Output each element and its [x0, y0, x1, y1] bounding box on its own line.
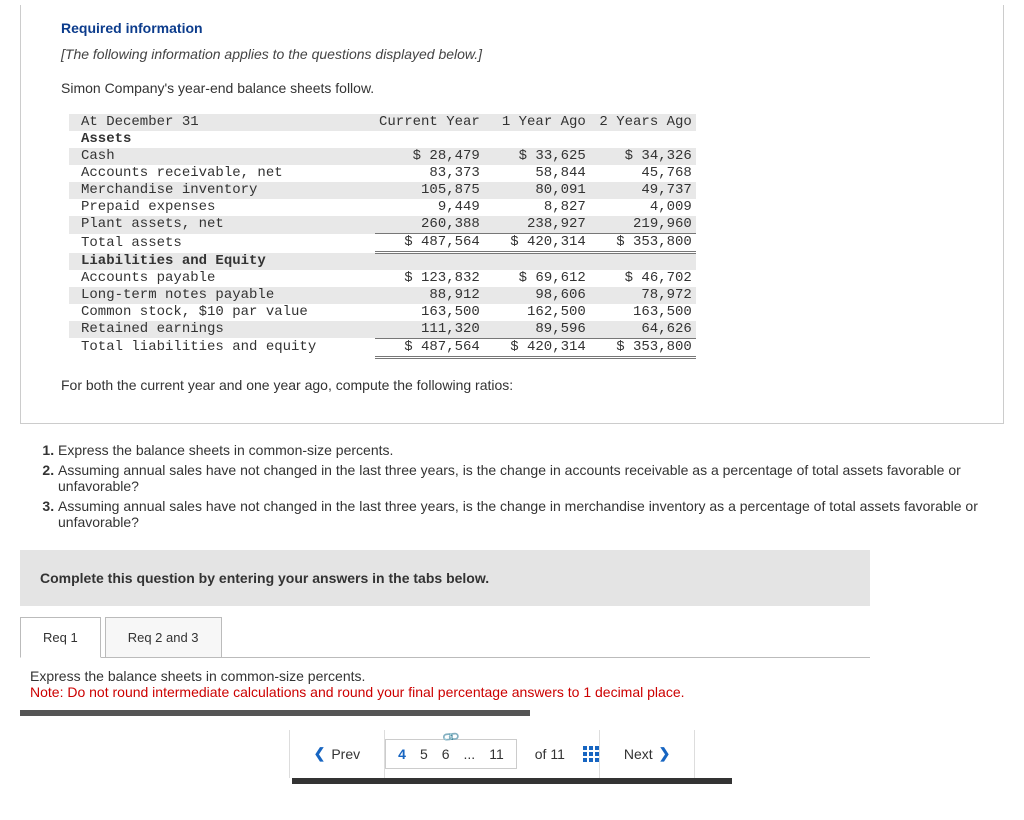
tab-req-1[interactable]: Req 1 [20, 617, 101, 658]
question-list: Express the balance sheets in common-siz… [20, 442, 1004, 530]
row-val: 8,827 [484, 199, 590, 216]
panel-note: Note: Do not round intermediate calculat… [30, 684, 860, 700]
question-1: Express the balance sheets in common-siz… [58, 442, 1004, 458]
row-val: 80,091 [484, 182, 590, 199]
row-val: 163,500 [590, 304, 696, 321]
next-label: Next [624, 746, 653, 762]
info-box: Required information [The following info… [20, 5, 1004, 424]
chevron-right-icon: ❯ [659, 745, 671, 762]
page-num[interactable]: 11 [489, 746, 504, 762]
horizontal-scrollbar[interactable] [20, 710, 530, 716]
row-val: 260,388 [375, 216, 484, 234]
row-val: 4,009 [590, 199, 696, 216]
row-val: 49,737 [590, 182, 696, 199]
table-header-c2: 1 Year Ago [484, 114, 590, 131]
total-val: $ 420,314 [484, 338, 590, 357]
total-liab-label: Total liabilities and equity [69, 338, 375, 357]
page-num[interactable]: 5 [420, 746, 428, 762]
row-val: 219,960 [590, 216, 696, 234]
row-label: Accounts payable [69, 270, 375, 287]
row-val: 111,320 [375, 321, 484, 339]
row-val: 89,596 [484, 321, 590, 339]
page-of-n: of 11 [535, 746, 565, 762]
panel-line-1: Express the balance sheets in common-siz… [30, 668, 860, 684]
page-box: 🔗 4 5 6 ... 11 of 11 [385, 730, 599, 778]
total-val: $ 487,564 [375, 338, 484, 357]
row-val: 105,875 [375, 182, 484, 199]
after-table-text: For both the current year and one year a… [61, 377, 963, 393]
row-val: $ 28,479 [375, 148, 484, 165]
row-val: 238,927 [484, 216, 590, 234]
row-label: Retained earnings [69, 321, 375, 339]
row-label: Common stock, $10 par value [69, 304, 375, 321]
page-list[interactable]: 🔗 4 5 6 ... 11 [385, 739, 517, 769]
total-val: $ 353,800 [590, 338, 696, 357]
link-icon: 🔗 [441, 726, 461, 746]
tab-panel: Express the balance sheets in common-siz… [20, 657, 870, 706]
total-val: $ 487,564 [375, 234, 484, 253]
total-val: $ 420,314 [484, 234, 590, 253]
balance-sheet-table: At December 31 Current Year 1 Year Ago 2… [69, 114, 696, 359]
page-ellipsis: ... [464, 746, 476, 762]
page-num[interactable]: 6 [442, 746, 450, 762]
row-val: 163,500 [375, 304, 484, 321]
row-val: 78,972 [590, 287, 696, 304]
tab-req-2-and-3[interactable]: Req 2 and 3 [105, 617, 222, 658]
intro-text: Simon Company's year-end balance sheets … [61, 80, 963, 96]
next-button[interactable]: Next ❯ [599, 730, 696, 778]
grid-icon[interactable] [583, 746, 599, 762]
bottom-scrollbar[interactable] [292, 778, 732, 784]
question-2: Assuming annual sales have not changed i… [58, 462, 1004, 494]
assets-heading: Assets [69, 131, 375, 148]
page-current[interactable]: 4 [398, 746, 406, 762]
row-label: Merchandise inventory [69, 182, 375, 199]
row-val: $ 46,702 [590, 270, 696, 287]
prev-button[interactable]: ❮ Prev [289, 730, 386, 778]
question-3: Assuming annual sales have not changed i… [58, 498, 1004, 530]
instruction-bar: Complete this question by entering your … [20, 550, 870, 606]
tabs-row: Req 1 Req 2 and 3 [20, 616, 1004, 657]
liabilities-heading: Liabilities and Equity [69, 253, 375, 270]
row-val: 9,449 [375, 199, 484, 216]
table-header-c1: Current Year [375, 114, 484, 131]
table-header-label: At December 31 [69, 114, 375, 131]
table-header-c3: 2 Years Ago [590, 114, 696, 131]
row-val: 88,912 [375, 287, 484, 304]
row-val: 64,626 [590, 321, 696, 339]
row-label: Plant assets, net [69, 216, 375, 234]
row-label: Long-term notes payable [69, 287, 375, 304]
required-info-heading: Required information [61, 20, 963, 36]
row-val: 45,768 [590, 165, 696, 182]
row-val: $ 33,625 [484, 148, 590, 165]
row-label: Cash [69, 148, 375, 165]
prev-label: Prev [331, 746, 360, 762]
row-label: Accounts receivable, net [69, 165, 375, 182]
row-val: 98,606 [484, 287, 590, 304]
row-val: 83,373 [375, 165, 484, 182]
row-val: $ 34,326 [590, 148, 696, 165]
row-val: 162,500 [484, 304, 590, 321]
total-val: $ 353,800 [590, 234, 696, 253]
row-label: Prepaid expenses [69, 199, 375, 216]
chevron-left-icon: ❮ [314, 745, 326, 762]
row-val: $ 123,832 [375, 270, 484, 287]
row-val: $ 69,612 [484, 270, 590, 287]
total-assets-label: Total assets [69, 234, 375, 253]
nav-bar: ❮ Prev 🔗 4 5 6 ... 11 of 11 Next ❯ [0, 730, 1004, 778]
required-info-note: [The following information applies to th… [61, 46, 963, 62]
row-val: 58,844 [484, 165, 590, 182]
